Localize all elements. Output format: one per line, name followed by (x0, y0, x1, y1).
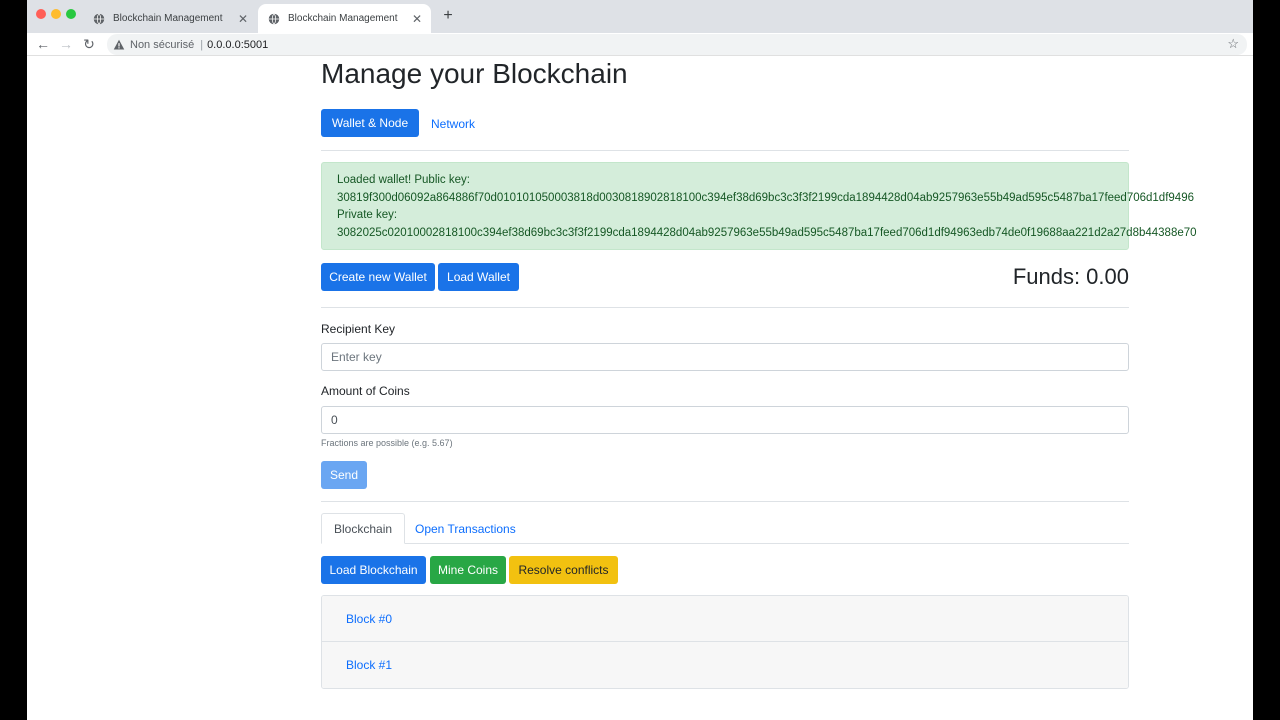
tab-title: Blockchain Management (288, 13, 398, 24)
security-label: Non sécurisé (130, 38, 195, 51)
nav-network-link[interactable]: Network (431, 117, 475, 131)
globe-icon (268, 12, 280, 25)
minimize-window-button[interactable] (51, 9, 61, 19)
browser-tab-2[interactable]: Blockchain Management ✕ (258, 4, 431, 33)
block-list: Block #0 Block #1 (321, 595, 1129, 689)
wallet-loaded-alert: Loaded wallet! Public key: 30819f300d060… (321, 162, 1197, 250)
globe-icon (93, 12, 105, 25)
divider (321, 150, 1129, 151)
alert-private-key-label: Private key: (337, 209, 398, 221)
bookmark-star-icon[interactable]: ☆ (1227, 36, 1239, 52)
mine-coins-button[interactable]: Mine Coins (430, 556, 506, 584)
tab-title: Blockchain Management (113, 13, 223, 24)
alert-public-key-label: Loaded wallet! Public key: (337, 174, 470, 186)
close-icon[interactable]: ✕ (235, 12, 251, 26)
close-window-button[interactable] (36, 9, 46, 19)
back-arrow-icon[interactable]: ← (35, 36, 51, 52)
divider (321, 501, 1129, 502)
load-blockchain-button[interactable]: Load Blockchain (321, 556, 426, 584)
load-wallet-button[interactable]: Load Wallet (438, 263, 519, 291)
browser-tab-1[interactable]: Blockchain Management ✕ (83, 4, 257, 33)
list-item[interactable]: Block #1 (322, 642, 1128, 688)
divider: | (200, 38, 204, 51)
list-item[interactable]: Block #0 (322, 596, 1128, 642)
maximize-window-button[interactable] (66, 9, 76, 19)
browser-window: Blockchain Management ✕ Blockchain Manag… (27, 0, 1253, 720)
block-link[interactable]: Block #1 (346, 658, 392, 672)
block-link[interactable]: Block #0 (346, 612, 392, 626)
url-text: 0.0.0.0:5001 (207, 38, 269, 51)
forward-arrow-icon[interactable]: → (58, 36, 74, 52)
new-tab-button[interactable]: + (440, 8, 456, 24)
tab-blockchain[interactable]: Blockchain (321, 513, 406, 544)
create-wallet-button[interactable]: Create new Wallet (321, 263, 435, 291)
amount-hint: Fractions are possible (e.g. 5.67) (321, 438, 453, 448)
amount-label: Amount of Coins (321, 384, 410, 398)
recipient-key-input[interactable] (321, 343, 1129, 371)
browser-toolbar: ← → ↻ Non sécurisé | 0.0.0.0:5001 ☆ (27, 33, 1253, 56)
tab-strip: Blockchain Management ✕ Blockchain Manag… (27, 0, 1253, 33)
warning-icon (113, 39, 125, 49)
funds-display: Funds: 0.00 (1012, 264, 1129, 289)
alert-private-key: 3082025c02010002818100c394ef38d69bc3c3f3… (337, 226, 1197, 239)
page-title: Manage your Blockchain (321, 58, 628, 89)
send-button[interactable]: Send (321, 461, 367, 489)
reload-icon[interactable]: ↻ (81, 36, 97, 52)
divider (321, 307, 1129, 308)
close-icon[interactable]: ✕ (409, 12, 425, 26)
tab-open-transactions[interactable]: Open Transactions (403, 513, 528, 544)
alert-public-key: 30819f300d06092a864886f70d01010105000381… (337, 191, 1194, 204)
page-content: Manage your Blockchain Wallet & Node Net… (27, 56, 1253, 720)
resolve-conflicts-button[interactable]: Resolve conflicts (509, 556, 618, 584)
recipient-key-label: Recipient Key (321, 322, 396, 336)
address-bar[interactable]: Non sécurisé | 0.0.0.0:5001 ☆ (107, 34, 1247, 55)
nav-wallet-node-button[interactable]: Wallet & Node (321, 109, 419, 137)
amount-input[interactable] (321, 406, 1129, 434)
